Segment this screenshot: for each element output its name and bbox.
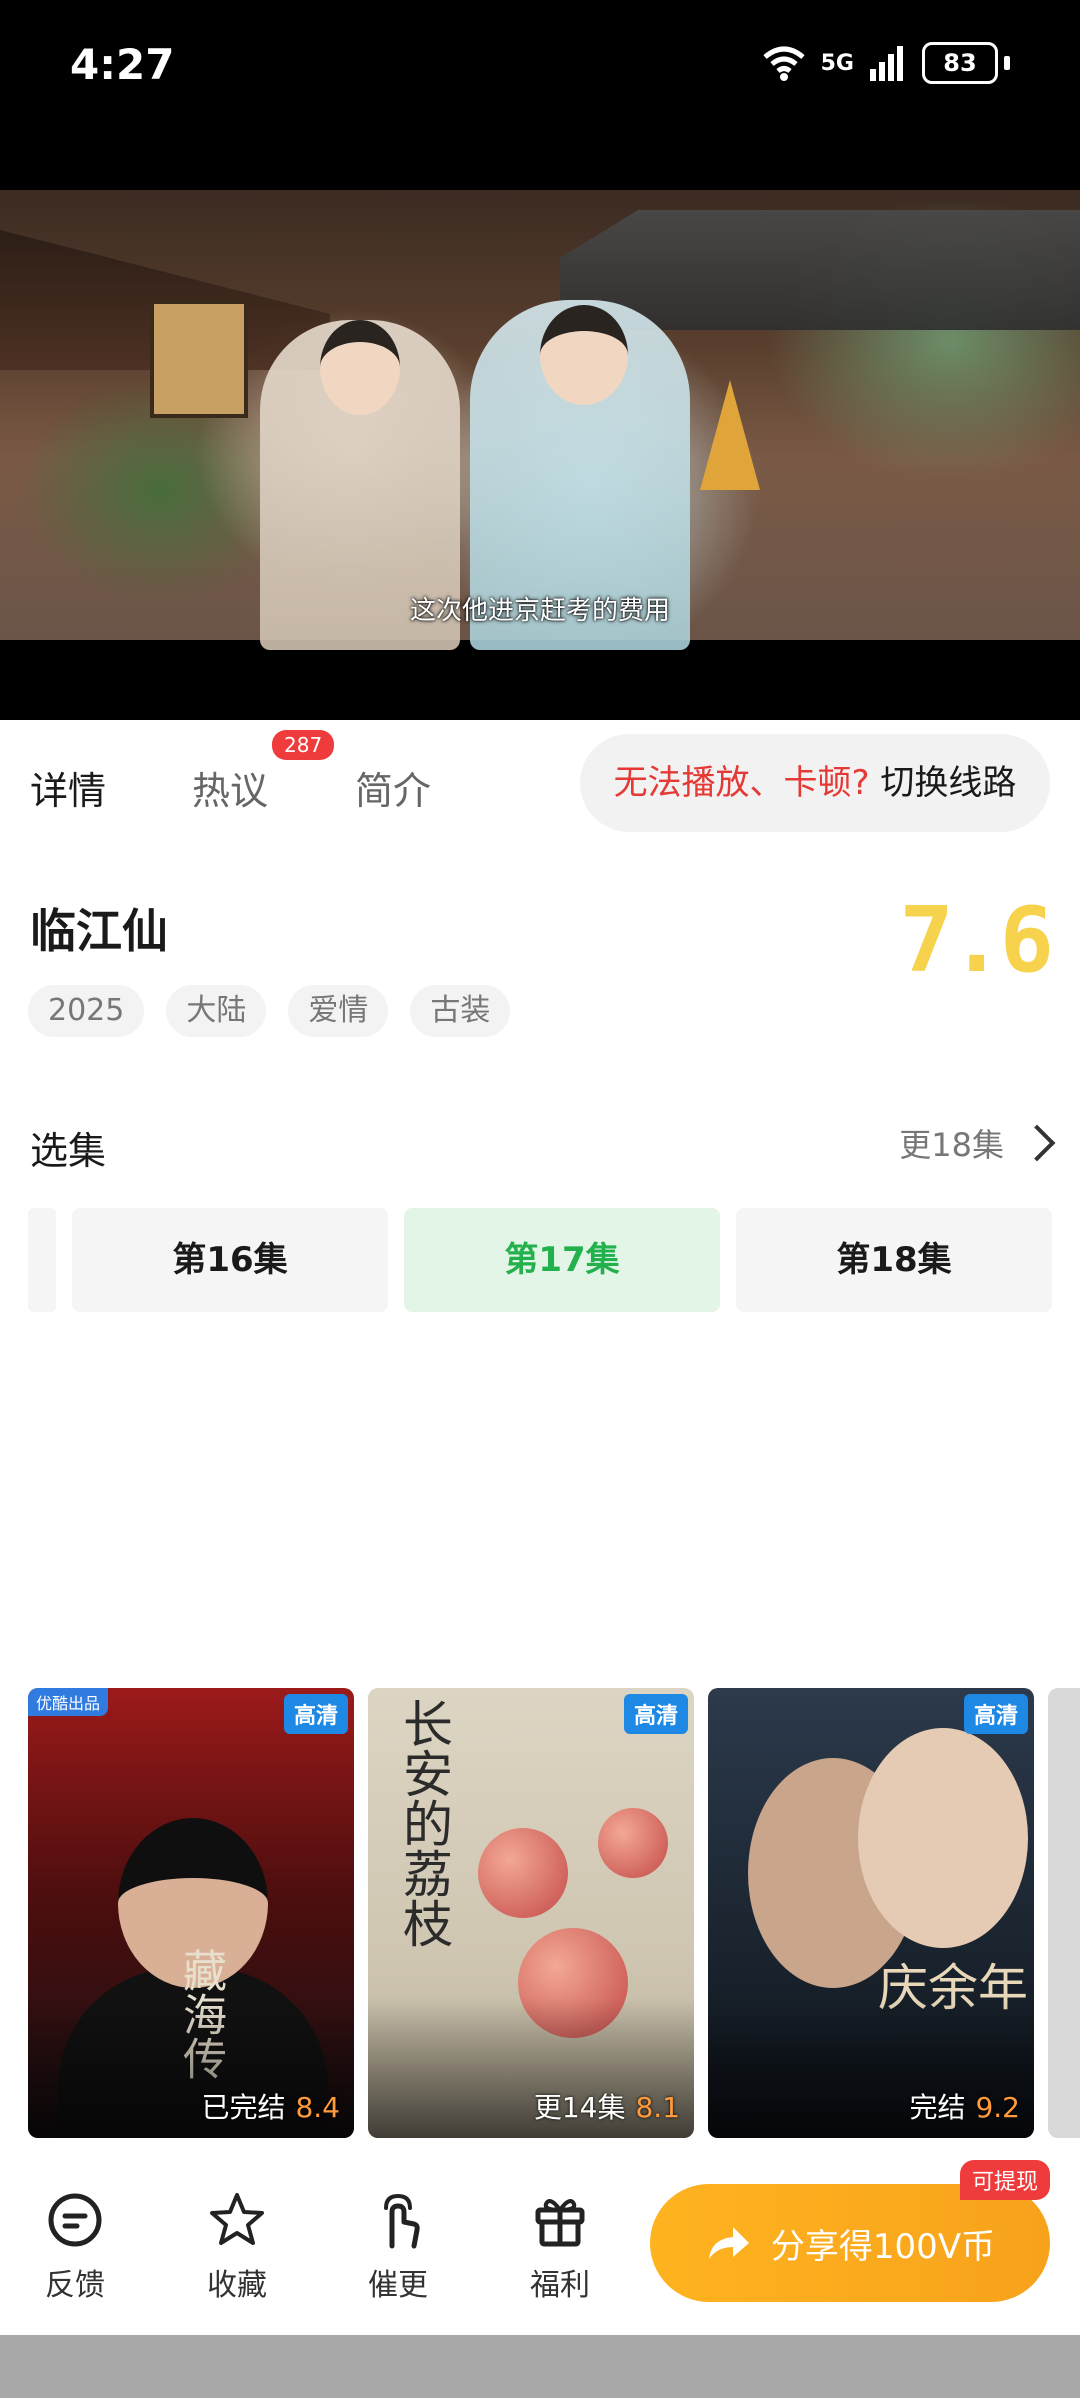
tag-genre[interactable]: 爱情 bbox=[288, 985, 389, 1037]
poster-lychee bbox=[598, 1808, 668, 1878]
scene-head bbox=[320, 320, 400, 415]
poster-score: 8.4 bbox=[295, 2091, 340, 2124]
poster-face bbox=[858, 1728, 1028, 1948]
withdrawable-badge: 可提现 bbox=[960, 2160, 1051, 2200]
feedback-label: 反馈 bbox=[45, 2268, 105, 2303]
feedback-button[interactable]: 反馈 bbox=[20, 2190, 130, 2304]
tag-year[interactable]: 2025 bbox=[28, 985, 145, 1037]
poster-lychee bbox=[478, 1828, 568, 1918]
show-tags: 2025 大陆 爱情 古装 bbox=[28, 985, 511, 1037]
wifi-icon bbox=[763, 46, 805, 81]
poster-status-text: 已完结 bbox=[201, 2091, 286, 2124]
share-button[interactable]: 分享得100V币 bbox=[650, 2184, 1050, 2302]
signal-icon bbox=[870, 46, 903, 81]
episode-button-selected[interactable]: 第17集 bbox=[404, 1208, 720, 1312]
poster-status: 已完结 8.4 bbox=[201, 2086, 340, 2126]
favorite-label: 收藏 bbox=[207, 2268, 267, 2303]
chevron-right-icon bbox=[1018, 1124, 1056, 1162]
poster-status-text: 完结 bbox=[909, 2091, 966, 2124]
playback-issue-text: 无法播放、卡顿? bbox=[613, 763, 870, 803]
poster-score: 8.1 bbox=[635, 2091, 680, 2124]
episode-list: 第16集 第17集 第18集 bbox=[28, 1208, 1080, 1312]
welfare-button[interactable]: 福利 bbox=[505, 2190, 615, 2304]
status-bar: 4:27 5G 83 bbox=[0, 0, 1080, 190]
poster-score: 9.2 bbox=[975, 2091, 1020, 2124]
bottom-action-bar: 反馈 收藏 催更 福利 分享得100V币 可提现 bbox=[0, 2160, 1080, 2335]
hd-badge: 高清 bbox=[963, 1694, 1028, 1734]
detail-tabs: 详情 热议 287 简介 无法播放、卡顿? 切换线路 bbox=[0, 720, 1080, 850]
episode-button[interactable]: 第16集 bbox=[72, 1208, 388, 1312]
show-score: 7.6 bbox=[899, 888, 1054, 993]
tab-synopsis[interactable]: 简介 bbox=[355, 760, 431, 815]
favorite-button[interactable]: 收藏 bbox=[182, 2190, 292, 2304]
discussion-count-badge: 287 bbox=[272, 730, 335, 760]
share-arrow-icon bbox=[708, 2227, 749, 2259]
switch-line-label: 切换线路 bbox=[880, 763, 1017, 803]
scene-lantern bbox=[150, 300, 248, 418]
youku-original-badge: 优酷出品 bbox=[28, 1688, 109, 1716]
scene-umbrella bbox=[700, 380, 760, 490]
switch-line-button[interactable]: 无法播放、卡顿? 切换线路 bbox=[580, 734, 1050, 832]
scene-head bbox=[540, 305, 628, 405]
feedback-icon bbox=[48, 2193, 102, 2247]
recommendation-card[interactable]: 长安的荔枝 高清 更14集 8.1 bbox=[368, 1688, 694, 2138]
video-subtitle: 这次他进京赶考的费用 bbox=[409, 596, 670, 626]
recommendation-card[interactable]: 藏海传 优酷出品 高清 已完结8.4 bbox=[28, 1688, 354, 2138]
poster-status: 更14集 8.1 bbox=[534, 2086, 680, 2126]
network-label: 5G bbox=[820, 50, 854, 76]
poster-status: 完结 9.2 bbox=[909, 2086, 1020, 2126]
more-episodes-link[interactable]: 更18集 bbox=[899, 1120, 1056, 1166]
episode-button[interactable]: 第18集 bbox=[736, 1208, 1052, 1312]
status-icons: 5G 83 bbox=[761, 42, 1010, 84]
urge-update-button[interactable]: 催更 bbox=[343, 2190, 453, 2304]
more-episodes-label: 更18集 bbox=[899, 1126, 1004, 1164]
welfare-label: 福利 bbox=[530, 2268, 590, 2303]
battery-tip bbox=[1004, 56, 1010, 70]
video-frame: 这次他进京赶考的费用 bbox=[0, 190, 1080, 650]
share-label: 分享得100V币 bbox=[770, 2226, 996, 2267]
star-icon bbox=[210, 2193, 264, 2245]
hd-badge: 高清 bbox=[283, 1694, 348, 1734]
recommendation-card[interactable]: 庆余年 高清 完结 9.2 bbox=[708, 1688, 1034, 2138]
hand-icon bbox=[384, 2193, 420, 2249]
tab-details[interactable]: 详情 bbox=[30, 760, 106, 815]
video-player[interactable]: 这次他进京赶考的费用 bbox=[0, 190, 1080, 720]
gift-icon bbox=[535, 2199, 585, 2247]
tag-genre[interactable]: 古装 bbox=[410, 985, 511, 1037]
recommendation-list: 藏海传 优酷出品 高清 已完结8.4 长安的荔枝 高清 更14集8.1 庆余年 … bbox=[28, 1688, 1080, 2138]
recommendation-card-partial[interactable] bbox=[1048, 1688, 1080, 2138]
urge-update-label: 催更 bbox=[368, 2268, 428, 2303]
hd-badge: 高清 bbox=[623, 1694, 688, 1734]
episodes-section-title: 选集 bbox=[30, 1129, 107, 1173]
tag-region[interactable]: 大陆 bbox=[166, 985, 267, 1037]
tab-discussion[interactable]: 热议 bbox=[192, 760, 268, 815]
episode-button-partial[interactable] bbox=[28, 1208, 56, 1312]
poster-status-text: 更14集 bbox=[533, 2091, 626, 2124]
status-time: 4:27 bbox=[70, 40, 175, 89]
system-gesture-bar bbox=[0, 2335, 1080, 2398]
show-title: 临江仙 bbox=[30, 904, 168, 958]
battery-icon: 83 bbox=[922, 42, 998, 84]
poster-title-art: 长安的荔枝 bbox=[395, 1698, 453, 1948]
